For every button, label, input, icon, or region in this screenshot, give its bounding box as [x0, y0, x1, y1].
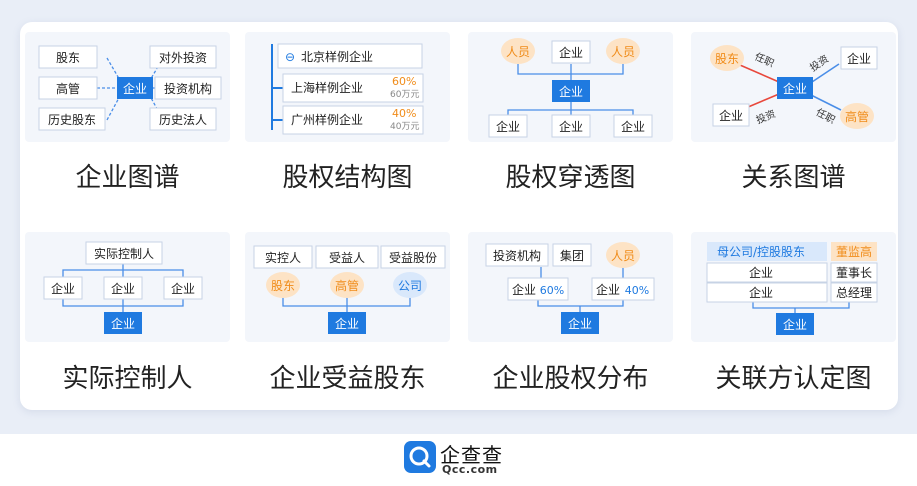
rg-top-right: 企业	[847, 51, 871, 66]
title-beneficial-owner[interactable]: 企业受益股东	[245, 358, 450, 395]
ep-bottom-1: 企业	[559, 119, 583, 134]
es-root: 北京样例企业	[301, 49, 373, 64]
rg-top-left: 股东	[715, 52, 739, 66]
ep-bottom-2: 企业	[621, 119, 645, 134]
card-relationship-graph[interactable]: 股东 企业 企业 企业 高管 任职 投资 投资 任职	[691, 32, 896, 142]
rg-bottom-left: 企业	[719, 108, 743, 123]
card-equity-penetration[interactable]: 人员 企业 人员 企业 企业 企业 企业	[468, 32, 673, 142]
bo-bottom: 企业	[335, 316, 359, 331]
enterprise-graph-diagram: 股东 高管 历史股东 对外投资 投资机构 历史法人 企业	[38, 45, 222, 131]
es-child-0-percent: 60%	[392, 75, 416, 88]
bo-value-0: 股东	[271, 279, 295, 293]
rp-right-header: 董监高	[836, 244, 872, 259]
bo-value-1: 高管	[335, 278, 359, 293]
bo-value-2: 公司	[398, 279, 422, 293]
title-related-party[interactable]: 关联方认定图	[691, 358, 896, 395]
card-beneficial-owner[interactable]: 实控人 受益人 受益股份 股东 高管 公司 企业	[245, 232, 450, 342]
ed-mid-0-name: 企业	[512, 282, 536, 297]
rp-left-row-0: 企业	[749, 265, 773, 280]
card-enterprise-graph[interactable]: 股东 高管 历史股东 对外投资 投资机构 历史法人 企业	[25, 32, 230, 142]
bo-header-1: 受益人	[329, 251, 365, 265]
rg-center: 企业	[783, 81, 807, 96]
eg-left-0: 股东	[56, 51, 80, 65]
ed-bottom: 企业	[568, 316, 592, 331]
es-child-1-percent: 40%	[392, 107, 416, 120]
rg-bottom-right: 高管	[845, 109, 869, 124]
ep-center: 企业	[559, 84, 583, 99]
card-equity-distribution[interactable]: 投资机构 集团 人员 企业 60% 企业 40% 企业	[468, 232, 673, 342]
eg-left-1: 高管	[56, 81, 80, 96]
rg-edge-0: 任职	[753, 50, 777, 70]
eg-left-2: 历史股东	[48, 113, 96, 127]
ed-top-0: 投资机构	[493, 248, 541, 263]
ac-bottom: 企业	[111, 316, 135, 331]
rp-right-row-1: 总经理	[836, 286, 872, 300]
ac-mid-1: 企业	[111, 281, 135, 296]
rp-bottom: 企业	[783, 317, 807, 332]
brand-domain: Qcc.com	[442, 463, 498, 476]
ed-top-2: 人员	[611, 249, 635, 263]
rp-left-row-1: 企业	[749, 285, 773, 300]
beneficial-owner-diagram: 实控人 受益人 受益股份 股东 高管 公司 企业	[253, 245, 446, 334]
eg-right-1: 投资机构	[164, 81, 212, 96]
card-actual-controller[interactable]: 实际控制人 企业 企业 企业 企业	[25, 232, 230, 342]
relationship-graph-diagram: 股东 企业 企业 企业 高管 任职 投资 投资 任职	[710, 45, 878, 129]
actual-controller-diagram: 实际控制人 企业 企业 企业 企业	[43, 241, 203, 334]
ac-mid-2: 企业	[171, 281, 195, 296]
related-party-diagram: 母公司/控股股东 董监高 企业 企业 董事长 总经理 企业	[706, 242, 878, 335]
title-enterprise-graph[interactable]: 企业图谱	[25, 157, 230, 194]
ed-mid-1-name: 企业	[596, 282, 620, 297]
es-child-0-amount: 60万元	[390, 90, 419, 100]
title-relationship-graph[interactable]: 关系图谱	[691, 157, 896, 194]
ep-top-1: 企业	[559, 45, 583, 60]
equity-distribution-diagram: 投资机构 集团 人员 企业 60% 企业 40% 企业	[485, 242, 655, 334]
ac-mid-0: 企业	[51, 281, 75, 296]
rg-edge-3: 任职	[814, 105, 838, 126]
ac-top: 实际控制人	[94, 246, 154, 261]
bo-header-2: 受益股份	[389, 251, 437, 265]
rg-edge-2: 投资	[754, 107, 777, 127]
ed-top-1: 集团	[560, 248, 584, 263]
ep-top-2: 人员	[611, 45, 635, 59]
ep-top-0: 人员	[506, 45, 530, 59]
title-equity-penetration[interactable]: 股权穿透图	[468, 157, 673, 194]
es-child-1-amount: 40万元	[390, 122, 419, 132]
es-child-0-name: 上海样例企业	[291, 80, 363, 95]
collapse-icon[interactable]: ⊖	[285, 50, 295, 64]
es-child-1-name: 广州样例企业	[291, 112, 363, 127]
qcc-logo-icon	[404, 441, 436, 473]
card-equity-structure[interactable]: ⊖ 北京样例企业 上海样例企业 60% 60万元 广州样例企业 40% 40万元	[245, 32, 450, 142]
rp-left-header: 母公司/控股股东	[717, 245, 805, 259]
eg-right-2: 历史法人	[159, 113, 207, 127]
ed-mid-1-percent: 40%	[625, 284, 649, 297]
bo-header-0: 实控人	[265, 250, 301, 265]
rp-right-row-0: 董事长	[836, 266, 872, 280]
ep-bottom-0: 企业	[496, 119, 520, 134]
ed-mid-0-percent: 60%	[540, 284, 564, 297]
eg-center: 企业	[123, 81, 147, 96]
equity-penetration-diagram: 人员 企业 人员 企业 企业 企业 企业	[488, 38, 653, 138]
title-actual-controller[interactable]: 实际控制人	[25, 358, 230, 395]
title-equity-structure[interactable]: 股权结构图	[245, 157, 450, 194]
eg-right-0: 对外投资	[159, 50, 207, 65]
title-equity-distribution[interactable]: 企业股权分布	[468, 358, 673, 395]
card-related-party[interactable]: 母公司/控股股东 董监高 企业 企业 董事长 总经理 企业	[691, 232, 896, 342]
equity-structure-diagram: ⊖ 北京样例企业 上海样例企业 60% 60万元 广州样例企业 40% 40万元	[271, 43, 424, 135]
